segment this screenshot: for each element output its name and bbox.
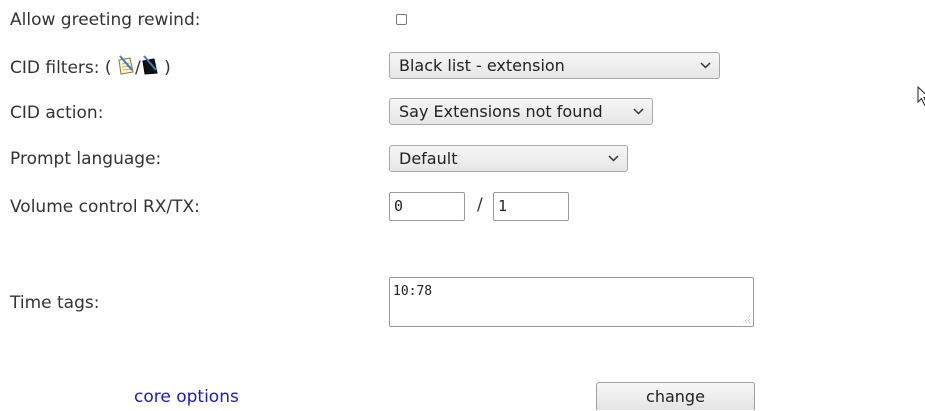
prompt-language-label: Prompt language: — [10, 149, 162, 169]
volume-separator: / — [477, 195, 483, 215]
greeting-rewind-label: Allow greeting rewind: — [10, 10, 201, 30]
cid-filters-select[interactable]: Black list - extension — [389, 52, 720, 79]
cid-action-select[interactable]: Say Extensions not found — [389, 98, 653, 125]
greeting-rewind-checkbox[interactable] — [396, 14, 407, 25]
volume-rx-input[interactable]: 0 — [389, 192, 465, 221]
chevron-down-icon — [700, 62, 711, 69]
core-options-link[interactable]: core options — [134, 386, 239, 408]
black-list-edit-icon[interactable] — [141, 55, 159, 75]
mouse-cursor-icon — [917, 86, 925, 106]
time-tags-textarea[interactable]: 10:78 — [389, 277, 754, 327]
volume-control-label: Volume control RX/TX: — [10, 197, 200, 217]
chevron-down-icon — [633, 108, 644, 115]
volume-tx-input[interactable]: 1 — [493, 192, 569, 221]
cid-action-select-value: Say Extensions not found — [399, 102, 603, 121]
cid-action-label: CID action: — [10, 103, 104, 123]
cid-filters-label-prefix: CID filters: ( — [10, 58, 112, 78]
resize-grip-icon[interactable] — [741, 314, 751, 324]
cid-filters-label-suffix: ) — [164, 58, 171, 78]
change-button[interactable]: change — [596, 382, 755, 410]
cid-filters-label: CID filters: ( / ) — [10, 55, 171, 79]
cid-filters-select-value: Black list - extension — [399, 56, 565, 75]
prompt-language-select[interactable]: Default — [389, 145, 628, 172]
time-tags-label: Time tags: — [10, 293, 100, 313]
prompt-language-select-value: Default — [399, 149, 458, 168]
edit-list-icon[interactable] — [117, 55, 135, 75]
time-tags-value: 10:78 — [393, 284, 433, 299]
chevron-down-icon — [608, 155, 619, 162]
